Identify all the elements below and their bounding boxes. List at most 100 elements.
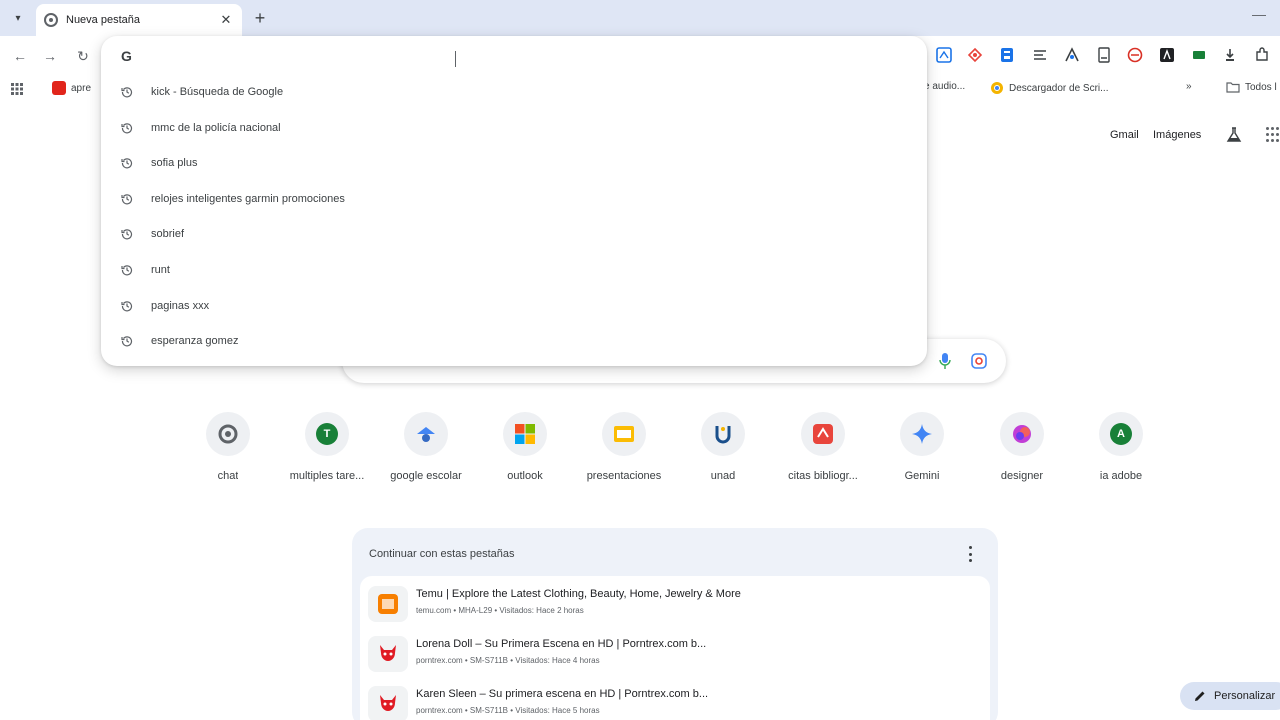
tab-strip: ▾ Nueva pestaña ✕ + — bbox=[0, 0, 1280, 36]
microphone-icon[interactable] bbox=[938, 352, 952, 370]
list-item[interactable]: Temu | Explore the Latest Clothing, Beau… bbox=[360, 578, 990, 628]
new-tab-button[interactable]: + bbox=[250, 8, 270, 28]
chrome-color-icon bbox=[991, 82, 1003, 94]
letter-a-icon: A bbox=[1110, 423, 1132, 445]
list-item[interactable]: Lorena Doll – Su Primera Escena en HD | … bbox=[360, 628, 990, 678]
extension-icon-6[interactable] bbox=[1096, 47, 1112, 63]
extensions-puzzle-icon[interactable] bbox=[1254, 47, 1270, 63]
row-subtitle: temu.com • MHA-L29 • Visitados: Hace 2 h… bbox=[416, 606, 584, 615]
bookmark-label: e audio... bbox=[924, 81, 966, 92]
slides-icon bbox=[614, 426, 634, 442]
shortcut-tile: A bbox=[1099, 412, 1143, 456]
customize-button[interactable]: Personalizar bbox=[1180, 682, 1280, 710]
shortcut-tile bbox=[503, 412, 547, 456]
shortcut-label: presentaciones bbox=[586, 470, 662, 482]
omnibox-dropdown: G kick - Búsqueda de Google mmc de la po… bbox=[101, 36, 927, 366]
tile bbox=[368, 686, 408, 720]
list-item[interactable]: Karen Sleen – Su primera escena en HD | … bbox=[360, 678, 990, 720]
shortcut-presentaciones[interactable]: presentaciones bbox=[579, 412, 669, 492]
reload-button[interactable]: ↻ bbox=[73, 46, 93, 66]
shortcut-tile bbox=[206, 412, 250, 456]
extension-icon-4[interactable] bbox=[1032, 47, 1048, 63]
extension-icon-7[interactable] bbox=[1127, 47, 1143, 63]
suggestion-item[interactable]: relojes inteligentes garmin promociones bbox=[101, 181, 927, 217]
extension-icon-5[interactable] bbox=[1064, 47, 1080, 63]
shortcut-tile bbox=[602, 412, 646, 456]
bookmark-item-descargador[interactable]: Descargador de Scri... bbox=[990, 81, 1109, 95]
google-g-icon: G bbox=[121, 48, 132, 64]
designer-icon bbox=[1013, 425, 1031, 443]
row-title: Temu | Explore the Latest Clothing, Beau… bbox=[416, 588, 741, 600]
folder-icon bbox=[1226, 82, 1240, 93]
shortcut-tile bbox=[701, 412, 745, 456]
row-subtitle: porntrex.com • SM-S711B • Visitados: Hac… bbox=[416, 656, 600, 665]
shortcut-label: citas bibliogr... bbox=[788, 470, 858, 482]
shortcut-tile bbox=[1000, 412, 1044, 456]
extension-icon-2[interactable] bbox=[967, 47, 983, 63]
google-apps-icon[interactable] bbox=[1266, 127, 1280, 143]
suggestion-text: sofia plus bbox=[151, 157, 198, 169]
shortcut-label: chat bbox=[217, 470, 239, 482]
shortcut-citas[interactable]: citas bibliogr... bbox=[778, 412, 868, 492]
shortcut-ia-adobe[interactable]: A ia adobe bbox=[1076, 412, 1166, 492]
apps-grid-icon[interactable] bbox=[10, 82, 24, 96]
omnibox-input[interactable] bbox=[147, 44, 887, 70]
extension-icon-10[interactable] bbox=[1222, 47, 1238, 63]
bookmark-label: Descargador de Scri... bbox=[1009, 82, 1109, 94]
shortcut-multiples-tareas[interactable]: T multiples tare... bbox=[282, 412, 372, 492]
microsoft-icon bbox=[515, 424, 535, 444]
suggestion-item[interactable]: kick - Búsqueda de Google bbox=[101, 74, 927, 110]
devil-icon bbox=[380, 695, 396, 711]
minimize-button[interactable]: — bbox=[1252, 6, 1266, 22]
bookmarks-overflow-button[interactable]: » bbox=[1186, 81, 1192, 92]
suggestion-text: kick - Búsqueda de Google bbox=[151, 86, 284, 98]
shortcut-google-escolar[interactable]: google escolar bbox=[381, 412, 471, 492]
overflow-icon: » bbox=[1186, 81, 1192, 92]
images-link[interactable]: Imágenes bbox=[1153, 129, 1201, 141]
devil-icon bbox=[380, 645, 396, 661]
suggestion-item[interactable]: paginas xxx bbox=[101, 288, 927, 324]
forward-button[interactable]: → bbox=[40, 46, 60, 66]
labs-flask-icon[interactable] bbox=[1226, 127, 1242, 143]
pencil-icon bbox=[1195, 691, 1205, 701]
extension-icon-1[interactable] bbox=[936, 47, 952, 63]
gmail-link[interactable]: Gmail bbox=[1110, 129, 1139, 141]
shortcut-designer[interactable]: designer bbox=[977, 412, 1067, 492]
extension-icon-9[interactable] bbox=[1191, 47, 1207, 63]
close-icon[interactable]: ✕ bbox=[218, 12, 234, 28]
shortcut-chat[interactable]: chat bbox=[183, 412, 273, 492]
shortcut-outlook[interactable]: outlook bbox=[480, 412, 570, 492]
history-icon bbox=[121, 301, 133, 312]
shortcut-tile bbox=[404, 412, 448, 456]
card-list: Temu | Explore the Latest Clothing, Beau… bbox=[360, 576, 990, 720]
shortcut-label: Gemini bbox=[904, 470, 940, 482]
shortcut-gemini[interactable]: Gemini bbox=[877, 412, 967, 492]
card-title: Continuar con estas pestañas bbox=[369, 548, 515, 560]
citation-icon bbox=[813, 424, 833, 444]
shortcut-label: unad bbox=[710, 470, 736, 482]
extension-icon-3[interactable] bbox=[999, 47, 1015, 63]
suggestion-item[interactable]: sobrief bbox=[101, 216, 927, 252]
shortcut-unad[interactable]: unad bbox=[678, 412, 768, 492]
unad-icon bbox=[715, 426, 731, 444]
suggestion-item[interactable]: sofia plus bbox=[101, 145, 927, 181]
tab-new-tab[interactable]: Nueva pestaña ✕ bbox=[36, 4, 242, 36]
back-button[interactable]: ← bbox=[10, 46, 30, 66]
suggestion-item[interactable]: esperanza gomez bbox=[101, 323, 927, 359]
suggestion-item[interactable]: mmc de la policía nacional bbox=[101, 110, 927, 146]
tab-search-button[interactable]: ▾ bbox=[6, 6, 30, 30]
bookmark-label: apre bbox=[71, 82, 92, 94]
extension-icon-8[interactable] bbox=[1159, 47, 1175, 63]
bookmark-item-audio[interactable]: e audio... bbox=[924, 81, 965, 92]
bookmark-folder-todos[interactable]: Todos l bbox=[1226, 81, 1277, 93]
row-title: Karen Sleen – Su primera escena en HD | … bbox=[416, 688, 709, 700]
suggestion-text: runt bbox=[151, 264, 170, 276]
shortcut-label: designer bbox=[1000, 470, 1044, 482]
shortcut-tile bbox=[900, 412, 944, 456]
google-lens-icon[interactable] bbox=[970, 352, 988, 370]
suggestion-item[interactable]: runt bbox=[101, 252, 927, 288]
history-icon bbox=[121, 123, 133, 134]
chat-icon bbox=[218, 424, 238, 444]
more-options-icon[interactable] bbox=[966, 546, 974, 562]
bookmark-item-apre[interactable]: apre bbox=[52, 81, 91, 95]
